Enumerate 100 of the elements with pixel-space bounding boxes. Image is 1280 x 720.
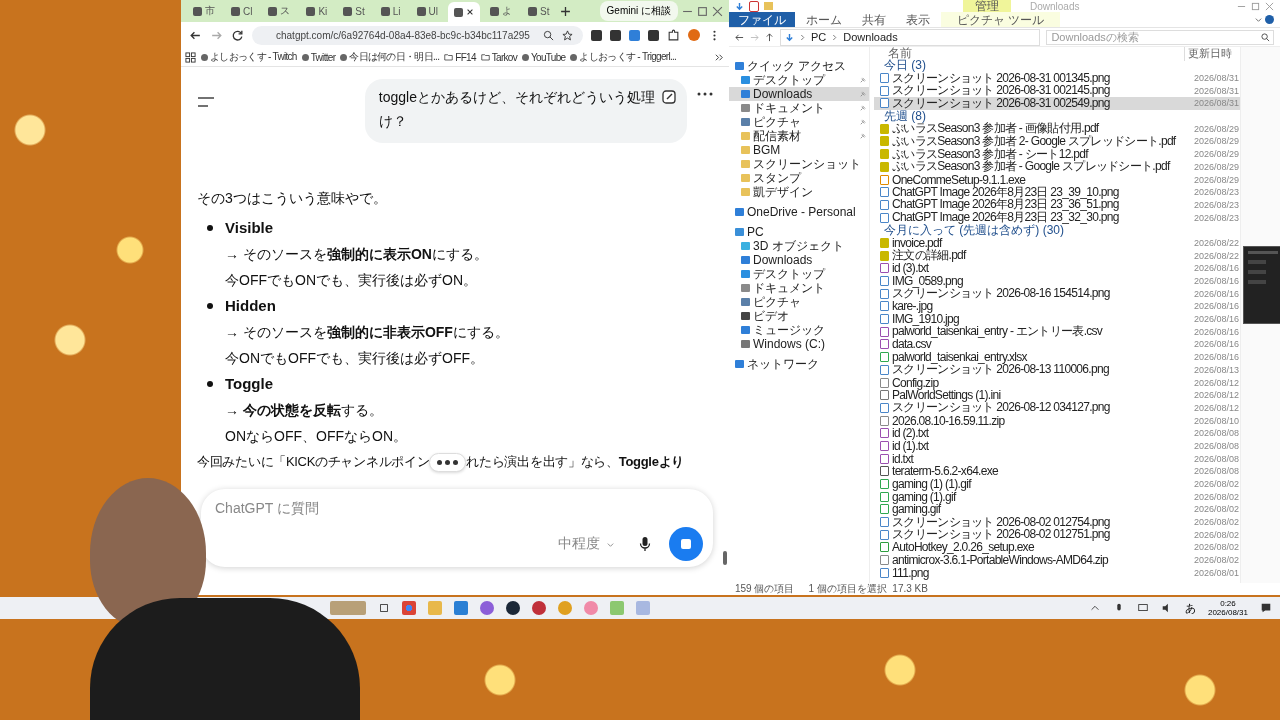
- browser-tab[interactable]: Ki: [300, 2, 334, 20]
- file-row[interactable]: スクリーンショット 2026-08-31 002145.png 2026/08/31: [874, 84, 1240, 98]
- browser-tab[interactable]: Li: [374, 2, 407, 20]
- ribbon-tab[interactable]: ファイル: [729, 12, 795, 27]
- browser-tab[interactable]: St: [522, 2, 556, 20]
- ribbon-tab[interactable]: 共有: [853, 12, 895, 27]
- file-row[interactable]: ChatGPT Image 2026年8月23日 23_39_10.png 2026/08/23: [874, 185, 1240, 199]
- file-name[interactable]: teraterm-5.6.2-x64.exe: [892, 464, 1191, 479]
- file-row[interactable]: PalWorldSettings (1).ini 2026/08/12: [874, 388, 1240, 402]
- ribbon-tab[interactable]: ピクチャ ツール: [941, 12, 1061, 27]
- nav-item[interactable]: デスクトップ: [729, 73, 869, 87]
- file-name[interactable]: palworld_taisenkai_entry.xlsx: [892, 350, 1191, 365]
- clock-time[interactable]: 0:26: [1220, 599, 1236, 608]
- address-bar[interactable]: PC Downloads: [780, 28, 1041, 46]
- file-row[interactable]: id (1).txt 2026/08/08: [874, 439, 1240, 453]
- file-row[interactable]: ぷいラスSeason3 参加者 2- Google スプレッドシート.pdf 2026/08/29: [874, 135, 1240, 148]
- nav-item[interactable]: BGM: [729, 143, 869, 157]
- file-row[interactable]: スクリーンショット 2026-08-13 110006.png 2026/08/13: [874, 363, 1240, 377]
- group-header[interactable]: 今日 (3): [874, 59, 1240, 72]
- file-row[interactable]: スクリーンショット 2026-08-02 012754.png 2026/08/02: [874, 515, 1240, 529]
- nav-item[interactable]: PC: [729, 225, 869, 239]
- browser-tab[interactable]: ス: [262, 2, 297, 20]
- nav-item[interactable]: 3D オブジェクト: [729, 239, 869, 253]
- file-name[interactable]: Config.zip: [892, 375, 1191, 390]
- breadcrumb-item[interactable]: Downloads: [843, 31, 898, 43]
- file-name[interactable]: id (3).txt: [892, 261, 1191, 276]
- bookmark-link[interactable]: よしおっくす - Twitch: [201, 50, 297, 64]
- nav-item[interactable]: ピクチャ: [729, 295, 869, 309]
- file-row[interactable]: ぷいラスSeason3 参加者 - シート12.pdf 2026/08/29: [874, 147, 1240, 161]
- file-row[interactable]: 2026.08.10-16.59.11.zip 2026/08/10: [874, 414, 1240, 427]
- file-row[interactable]: スクリーンショット 2026-08-31 002549.png 2026/08/31: [874, 97, 1240, 110]
- file-row[interactable]: teraterm-5.6.2-x64.exe 2026/08/08: [874, 465, 1240, 478]
- nav-item[interactable]: ドキュメント: [729, 281, 869, 295]
- bookmark-link[interactable]: FF14: [444, 51, 476, 63]
- browser-tab[interactable]: Ul: [410, 2, 445, 20]
- effort-dropdown[interactable]: 中程度: [552, 534, 621, 554]
- browser-tab[interactable]: よ: [484, 2, 519, 20]
- file-name[interactable]: IMG_0589.png: [892, 274, 1191, 289]
- file-row[interactable]: スクリーンショット 2026-08-02 012751.png 2026/08/02: [874, 528, 1240, 542]
- ime-indicator[interactable]: あ: [1184, 600, 1196, 616]
- file-row[interactable]: invoice.pdf 2026/08/22: [874, 236, 1240, 250]
- file-name[interactable]: gaming (1) (1).gif: [892, 477, 1191, 492]
- search-field[interactable]: Downloadsの検索: [1046, 29, 1274, 45]
- file-row[interactable]: data.csv 2026/08/16: [874, 338, 1240, 351]
- file-row[interactable]: スクリーンショット 2026-08-16 154514.png 2026/08/16: [874, 287, 1240, 301]
- nav-item[interactable]: OneDrive - Personal: [729, 205, 869, 219]
- file-row[interactable]: ChatGPT Image 2026年8月23日 23_36_51.png 2026/08/23: [874, 198, 1240, 212]
- file-row[interactable]: palworld_taisenkai_entry.xlsx 2026/08/16: [874, 350, 1240, 364]
- address-bar[interactable]: chatgpt.com/c/6a92764d-08a4-83e8-bc9c-b34bc117a295: [252, 25, 583, 45]
- nav-item[interactable]: デスクトップ: [729, 267, 869, 281]
- group-header[interactable]: 先週 (8): [874, 109, 1240, 123]
- nav-item[interactable]: 凱デザイン: [729, 185, 869, 199]
- browser-tab[interactable]: St: [337, 2, 371, 20]
- file-name[interactable]: data.csv: [892, 337, 1191, 352]
- file-row[interactable]: スクリーンショット 2026-08-12 034127.png 2026/08/12: [874, 401, 1240, 415]
- file-row[interactable]: gaming (1) (1).gif 2026/08/02: [874, 477, 1240, 491]
- nav-item[interactable]: 配信素材: [729, 129, 869, 143]
- file-row[interactable]: 111.png 2026/08/01: [874, 566, 1240, 580]
- nav-item[interactable]: ビデオ: [729, 309, 869, 323]
- gemini-button[interactable]: Gemini に相談: [599, 1, 678, 21]
- file-name[interactable]: id.txt: [892, 451, 1191, 466]
- file-row[interactable]: 注文の詳細.pdf 2026/08/22: [874, 249, 1240, 262]
- file-row[interactable]: ぷいラスSeason3 参加者 - Google スプレッドシート.pdf 2026/08/29: [874, 160, 1240, 174]
- nav-item[interactable]: ミュージック: [729, 323, 869, 337]
- bookmark-link[interactable]: YouTube: [522, 51, 566, 63]
- browser-tab[interactable]: Cl: [225, 2, 259, 20]
- file-row[interactable]: id (3).txt 2026/08/16: [874, 262, 1240, 275]
- context-tab[interactable]: 管理: [963, 0, 1011, 12]
- bookmark-link[interactable]: Tarkov: [480, 51, 518, 63]
- file-name[interactable]: 2026.08.10-16.59.11.zip: [892, 413, 1191, 428]
- file-row[interactable]: antimicrox-3.6.1-PortableWindows-AMD64.zip 2026/08/02: [874, 553, 1240, 567]
- bookmark-link[interactable]: Twitter: [301, 51, 336, 63]
- file-name[interactable]: 111.png: [892, 565, 1191, 580]
- file-row[interactable]: IMG_0589.png 2026/08/16: [874, 274, 1240, 288]
- nav-item[interactable]: スタンプ: [729, 171, 869, 185]
- file-row[interactable]: AutoHotkey_2.0.26_setup.exe 2026/08/02: [874, 541, 1240, 554]
- bookmark-link[interactable]: 今日は何の日・明日...: [340, 50, 440, 64]
- file-row[interactable]: ChatGPT Image 2026年8月23日 23_32_30.png 2026/08/23: [874, 211, 1240, 224]
- file-name[interactable]: antimicrox-3.6.1-PortableWindows-AMD64.zip: [892, 553, 1191, 568]
- group-header[interactable]: 今月に入って (先週は含めず) (30): [874, 223, 1240, 237]
- nav-item[interactable]: ネットワーク: [729, 357, 869, 371]
- clock-date[interactable]: 2026/08/31: [1207, 608, 1248, 617]
- file-row[interactable]: gaming (1).gif 2026/08/02: [874, 490, 1240, 504]
- file-row[interactable]: ぷいラスSeason3 参加者 - 画像貼付用.pdf 2026/08/29: [874, 122, 1240, 136]
- nav-item[interactable]: ピクチャ: [729, 115, 869, 129]
- nav-item[interactable]: ドキュメント: [729, 101, 869, 115]
- file-row[interactable]: OneCommeSetup-9.1.1.exe 2026/08/29: [874, 173, 1240, 186]
- file-row[interactable]: kare-.jpg 2026/08/16: [874, 300, 1240, 313]
- nav-item[interactable]: Windows (C:): [729, 337, 869, 351]
- file-name[interactable]: AutoHotkey_2.0.26_setup.exe: [892, 540, 1191, 555]
- bookmark-link[interactable]: よしおっくす - Triggerl...: [570, 50, 677, 64]
- nav-item[interactable]: クイック アクセス: [729, 59, 869, 73]
- file-row[interactable]: id.txt 2026/08/08: [874, 452, 1240, 465]
- file-name[interactable]: PalWorldSettings (1).ini: [892, 388, 1191, 403]
- browser-tab[interactable]: 市: [187, 2, 221, 20]
- file-row[interactable]: Config.zip 2026/08/12: [874, 376, 1240, 389]
- file-row[interactable]: IMG_1910.jpg 2026/08/16: [874, 312, 1240, 326]
- file-row[interactable]: スクリーンショット 2026-08-31 001345.png 2026/08/31: [874, 71, 1240, 85]
- ribbon-tab[interactable]: 表示: [897, 12, 939, 27]
- file-name[interactable]: OneCommeSetup-9.1.1.exe: [892, 172, 1191, 187]
